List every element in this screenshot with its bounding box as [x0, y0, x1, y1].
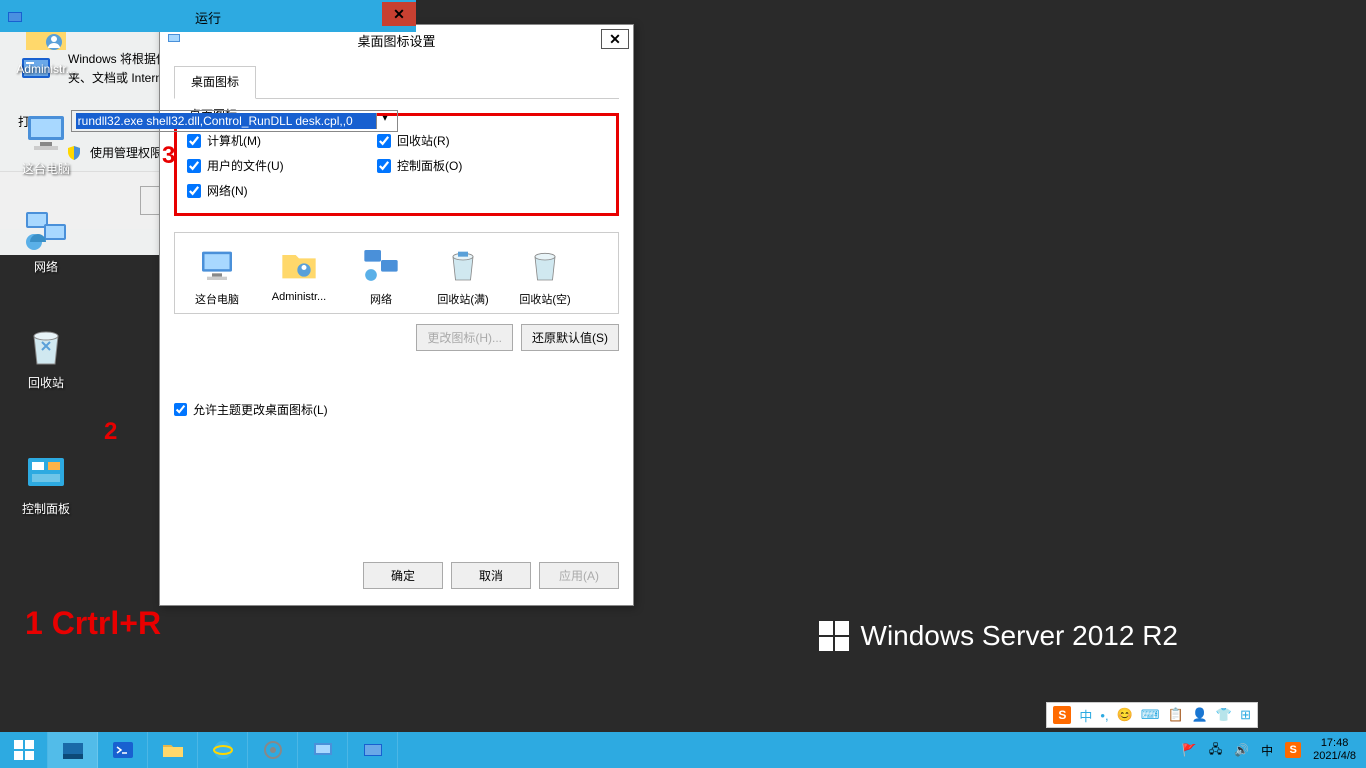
desktop-icon-label: 控制面板 [8, 500, 84, 517]
ime-user-icon[interactable]: 👤 [1192, 707, 1208, 723]
os-brand: Windows Server 2012 R2 [819, 620, 1178, 652]
restore-default-button[interactable]: 还原默认值(S) [521, 324, 619, 351]
taskbar-server-manager[interactable] [48, 732, 98, 768]
ime-skin-icon[interactable]: 👕 [1216, 707, 1232, 723]
network-icon [359, 243, 403, 287]
checkbox-recycle-bin[interactable]: 回收站(R) [377, 132, 567, 149]
run-close-button[interactable]: ✕ [382, 2, 416, 26]
taskbar-ie[interactable] [198, 732, 248, 768]
tray-sogou-icon[interactable]: S [1285, 742, 1301, 758]
ok-button[interactable]: 确定 [363, 562, 443, 589]
desktop-icon-label: 这台电脑 [8, 160, 84, 177]
folder-user-icon [277, 243, 321, 287]
cancel-button[interactable]: 取消 [451, 562, 531, 589]
checkbox-control-panel[interactable]: 控制面板(O) [377, 157, 567, 174]
ime-keyboard-icon[interactable]: ⌨ [1141, 707, 1160, 723]
checkbox-allow-themes[interactable]: 允许主题更改桌面图标(L) [174, 401, 619, 418]
recycle-bin-full-icon [441, 243, 485, 287]
tray-flag-icon[interactable]: 🚩 [1182, 743, 1197, 757]
ime-lang[interactable]: 中 [1079, 706, 1092, 725]
annotation-2: 2 [104, 418, 117, 446]
tray-clock[interactable]: 17:48 2021/4/8 [1313, 737, 1356, 763]
recycle-bin-empty-icon [523, 243, 567, 287]
ime-sogou-icon[interactable]: S [1053, 706, 1071, 724]
desktop-icon-network[interactable]: 网络 [8, 206, 84, 275]
preview-recycle-full[interactable]: 回收站(满) [429, 243, 497, 307]
taskbar: 🚩 🖧 🔊 中 S 17:48 2021/4/8 [0, 732, 1366, 768]
network-icon [22, 206, 70, 254]
recycle-bin-icon [22, 322, 70, 370]
taskbar-desktop-settings[interactable] [298, 732, 348, 768]
change-icon-button: 更改图标(H)... [416, 324, 513, 351]
taskbar-settings[interactable] [248, 732, 298, 768]
preview-network[interactable]: 网络 [347, 243, 415, 307]
taskbar-explorer[interactable] [148, 732, 198, 768]
taskbar-powershell[interactable] [98, 732, 148, 768]
desktop-icon-label: 网络 [8, 258, 84, 275]
desktop-icon-recycle-bin[interactable]: 回收站 [8, 322, 84, 391]
start-button[interactable] [0, 732, 48, 768]
preview-recycle-empty[interactable]: 回收站(空) [511, 243, 579, 307]
tray-volume-icon[interactable]: 🔊 [1234, 743, 1249, 757]
checkbox-computer[interactable]: 计算机(M) [187, 132, 377, 149]
annotation-1: 1 Crtrl+R [25, 605, 161, 642]
run-dialog-titlebar[interactable]: 运行 ✕ [0, 2, 416, 32]
tab-row: 桌面图标 [174, 65, 619, 99]
ime-emoji-icon[interactable]: 😊 [1117, 707, 1133, 723]
preview-administrator[interactable]: Administr... [265, 243, 333, 307]
ime-punct[interactable]: •, [1100, 708, 1108, 723]
windows-logo-icon [819, 621, 849, 651]
desktop-icon-control-panel[interactable]: 控制面板 [8, 448, 84, 517]
desktop-icon-label: Administr... [8, 62, 84, 76]
desktop-icon-label: 回收站 [8, 374, 84, 391]
system-tray: 🚩 🖧 🔊 中 S 17:48 2021/4/8 [1172, 732, 1366, 768]
apply-button: 应用(A) [539, 562, 619, 589]
tray-network-icon[interactable]: 🖧 [1209, 740, 1222, 761]
tab-desktop-icons[interactable]: 桌面图标 [174, 66, 256, 99]
preview-computer[interactable]: 这台电脑 [183, 243, 251, 307]
dialog-title-text: 桌面图标设置 [357, 31, 435, 50]
close-button[interactable]: ✕ [601, 29, 629, 49]
taskbar-run[interactable] [348, 732, 398, 768]
windows-logo-icon [14, 740, 34, 760]
icon-preview-list: 这台电脑 Administr... 网络 回收站(满) 回收站(空) [174, 232, 619, 314]
annotation-3: 3 [162, 142, 175, 170]
run-title-text: 运行 [195, 8, 221, 27]
dropdown-icon[interactable]: ▾ [376, 113, 393, 129]
run-app-icon [6, 8, 24, 26]
ime-menu-icon[interactable]: ⊞ [1240, 707, 1251, 723]
control-panel-icon [22, 448, 70, 496]
app-icon [166, 31, 182, 47]
checkbox-network[interactable]: 网络(N) [187, 182, 377, 199]
computer-icon [195, 243, 239, 287]
tray-ime-lang[interactable]: 中 [1261, 742, 1273, 759]
run-command-input[interactable] [76, 113, 376, 129]
ime-clipboard-icon[interactable]: 📋 [1168, 707, 1184, 723]
ime-toolbar[interactable]: S 中 •, 😊 ⌨ 📋 👤 👕 ⊞ [1046, 702, 1258, 728]
computer-icon [22, 108, 70, 156]
checkbox-user-files[interactable]: 用户的文件(U) [187, 157, 377, 174]
